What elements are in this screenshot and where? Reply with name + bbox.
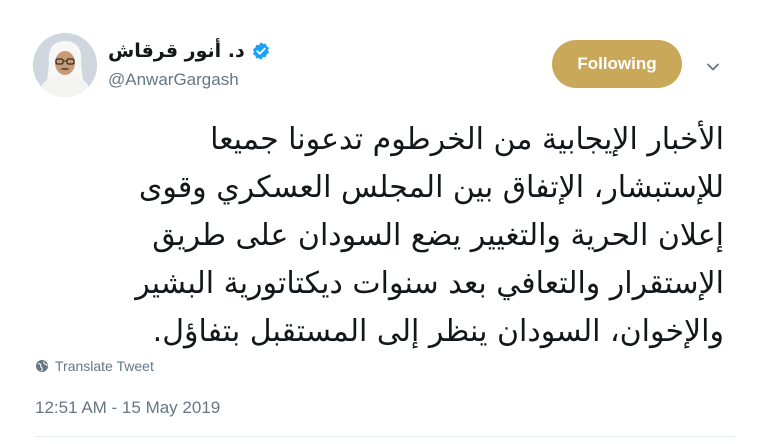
avatar-image: [33, 33, 97, 97]
chevron-down-icon[interactable]: [704, 58, 722, 76]
avatar[interactable]: [33, 33, 97, 97]
tweet-text-line: الأخبار الإيجابية من الخرطوم تدعونا جميع…: [210, 122, 724, 157]
divider: [35, 436, 735, 437]
display-name[interactable]: د. أنور قرقاش: [108, 40, 245, 62]
tweet-text-line: للإستبشار، الإتفاق بين المجلس العسكري وق…: [138, 170, 724, 205]
translate-tweet-label[interactable]: Translate Tweet: [55, 358, 154, 374]
user-name-row[interactable]: د. أنور قرقاش: [108, 38, 271, 64]
tweet-text: الأخبار الإيجابية من الخرطوم تدعونا جميع…: [60, 116, 724, 356]
translate-tweet-link[interactable]: Translate Tweet: [35, 356, 154, 376]
tweet-text-line: والإخوان، السودان ينظر إلى المستقبل بتفا…: [152, 314, 724, 349]
tweet-text-line: الإستقرار والتعافي بعد سنوات ديكتاتورية …: [135, 266, 724, 301]
following-button[interactable]: Following: [552, 40, 682, 88]
tweet-text-line: إعلان الحرية والتغيير يضع السودان على طر…: [152, 218, 724, 253]
tweet-timestamp[interactable]: 12:51 AM - 15 May 2019: [35, 398, 220, 418]
globe-icon: [35, 359, 49, 373]
verified-badge-icon: [251, 41, 271, 61]
user-handle[interactable]: @AnwarGargash: [108, 70, 239, 90]
tweet-header: د. أنور قرقاش @AnwarGargash Following: [0, 0, 768, 110]
